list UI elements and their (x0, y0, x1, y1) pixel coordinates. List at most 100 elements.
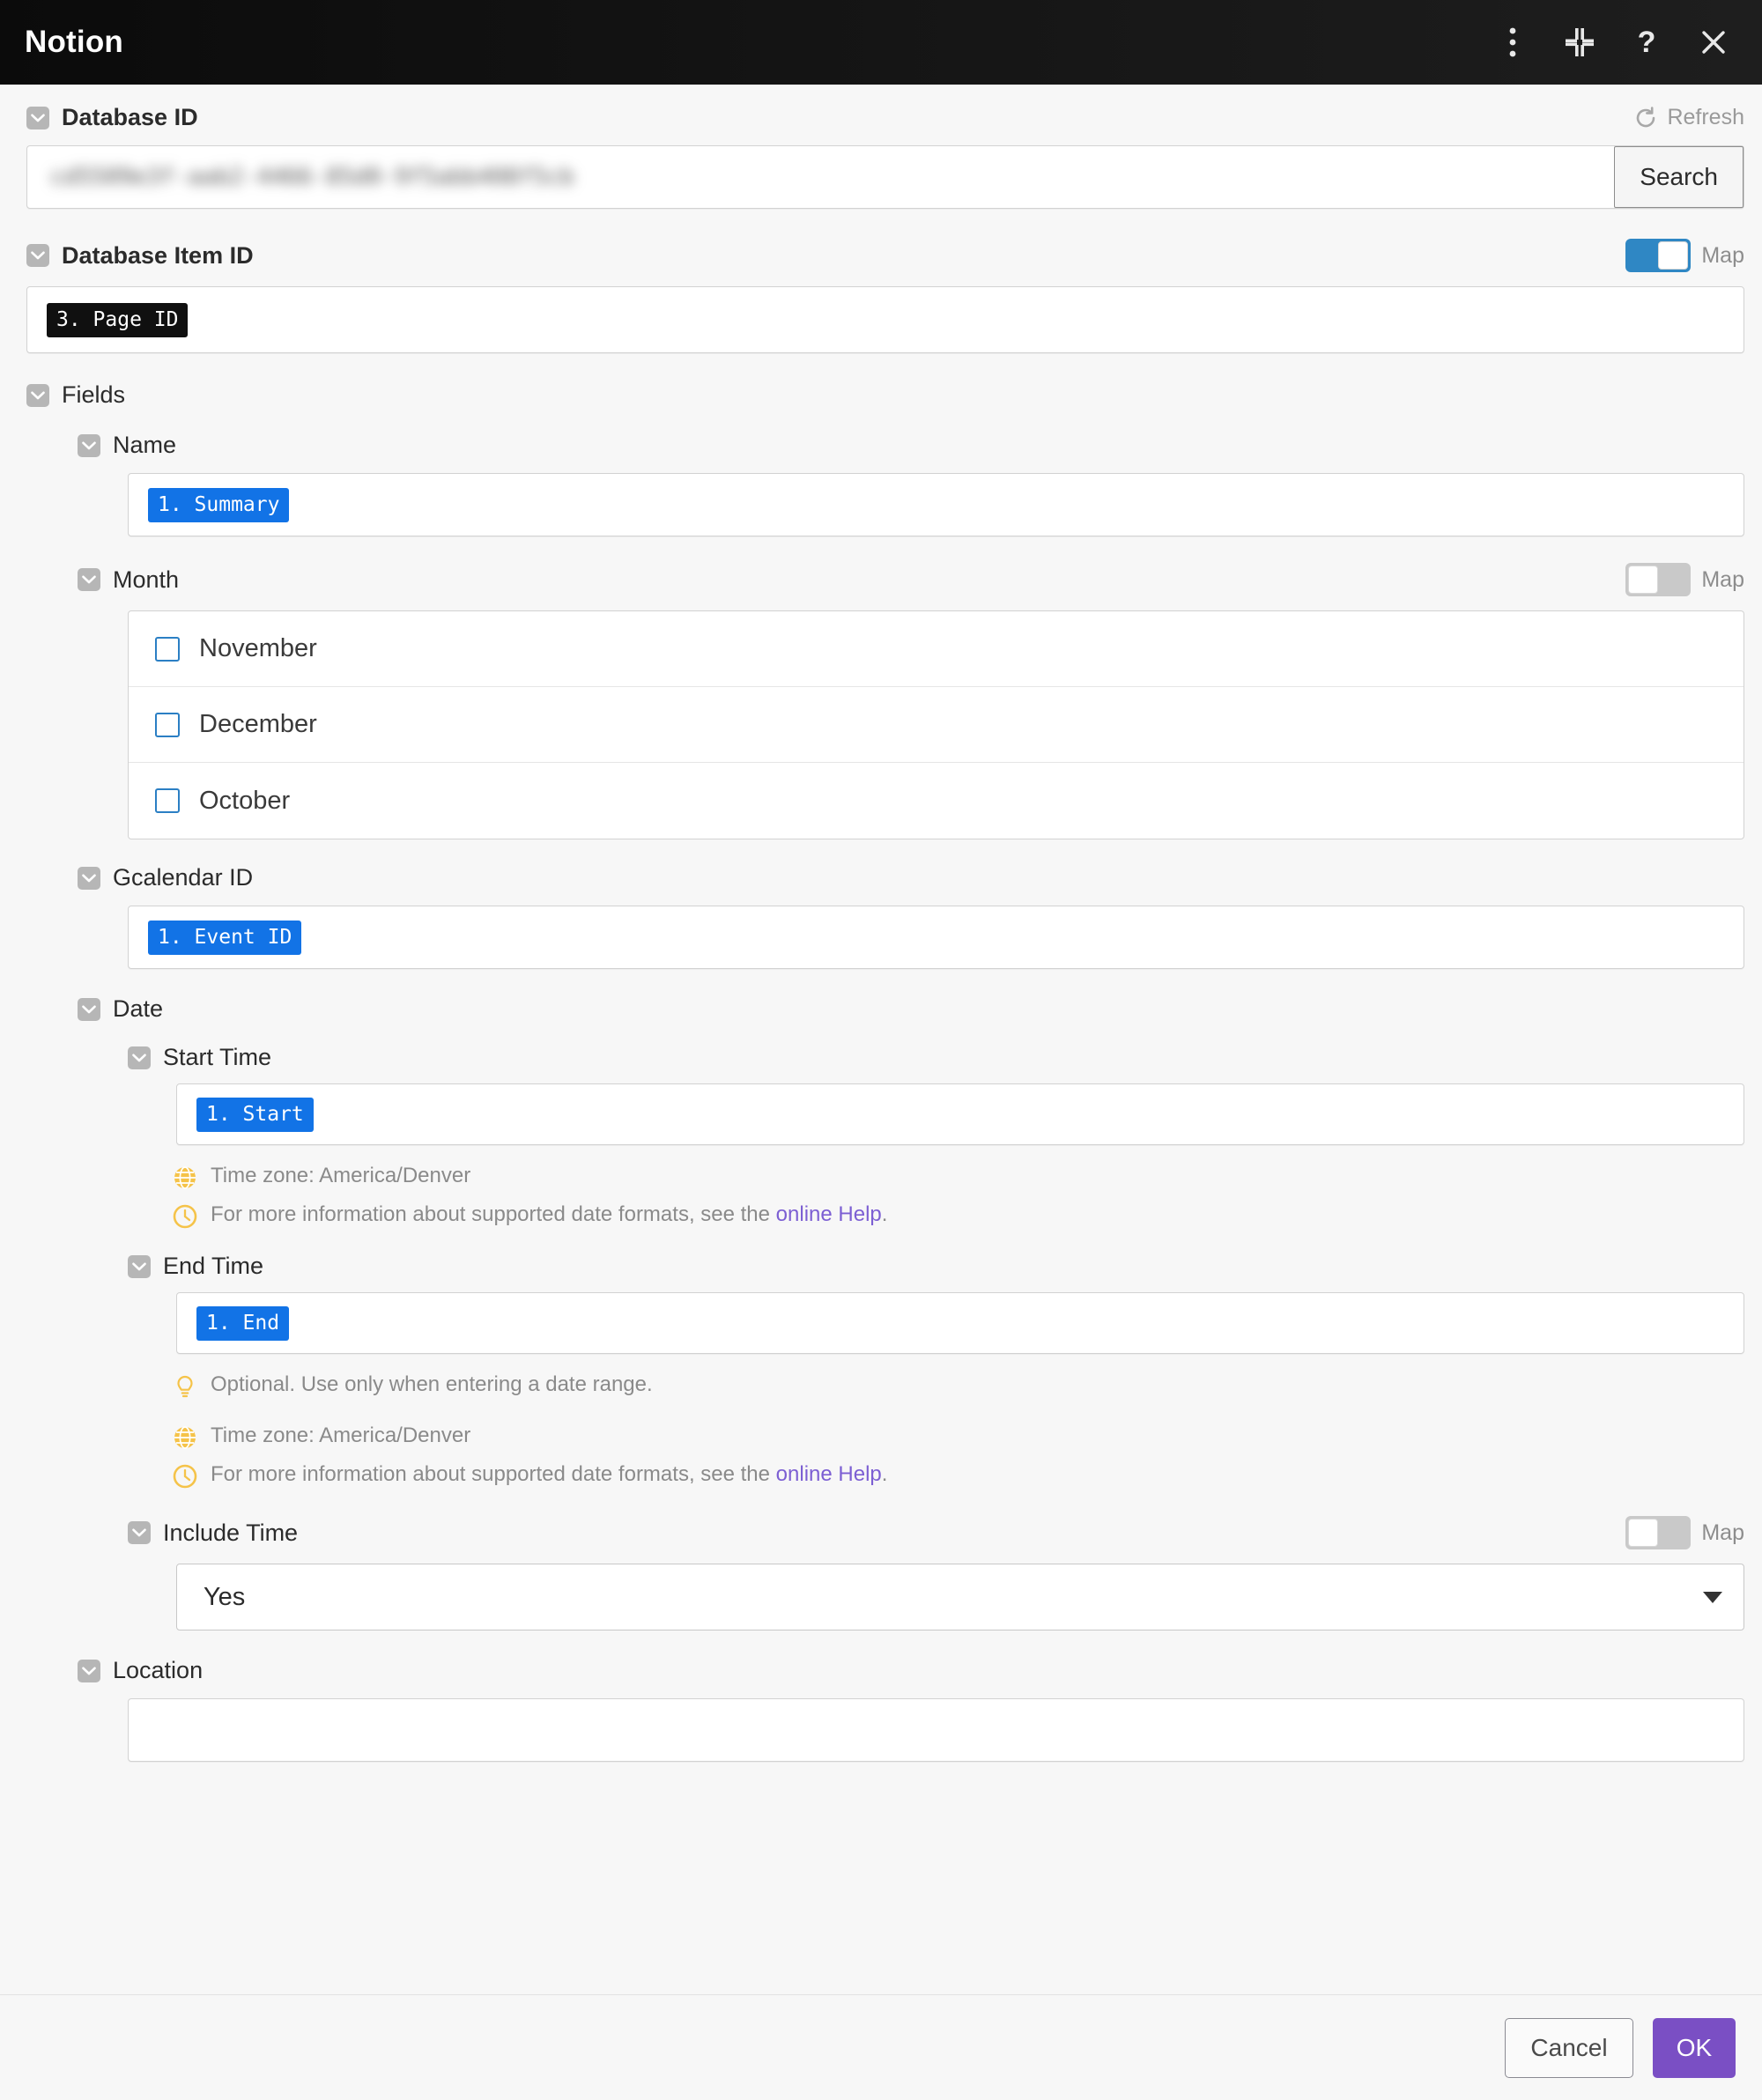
date-field-header: Date (0, 995, 1762, 1023)
name-field-input[interactable]: 1. Summary (128, 473, 1744, 536)
chevron-down-icon[interactable] (26, 244, 49, 267)
start-token[interactable]: 1. Start (196, 1098, 314, 1132)
online-help-link[interactable]: online Help (776, 1462, 882, 1486)
list-item[interactable]: October (129, 763, 1743, 839)
month-options-list: November December October (128, 610, 1744, 839)
globe-icon (172, 1165, 198, 1191)
list-item-label: October (199, 787, 290, 816)
summary-token[interactable]: 1. Summary (148, 488, 289, 522)
globe-icon (172, 1424, 198, 1451)
chevron-down-icon[interactable] (78, 998, 100, 1021)
chevron-down-icon[interactable] (78, 867, 100, 890)
clock-icon (172, 1203, 198, 1230)
end-time-optional-hint: Optional. Use only when entering a date … (172, 1372, 1744, 1400)
refresh-button[interactable]: Refresh (1633, 105, 1744, 130)
chevron-down-icon[interactable] (128, 1046, 151, 1069)
more-options-icon[interactable] (1494, 24, 1531, 61)
hint-prefix: For more information about supported dat… (211, 1202, 776, 1226)
include-time-header: Include Time Map (0, 1516, 1762, 1549)
ok-button[interactable]: OK (1653, 2018, 1736, 2078)
end-time-timezone-hint: Time zone: America/Denver (172, 1423, 1744, 1451)
chevron-down-icon[interactable] (78, 434, 100, 457)
map-toggle[interactable] (1625, 563, 1691, 596)
location-field-header: Location (0, 1657, 1762, 1684)
include-time-value: Yes (204, 1583, 245, 1612)
database-item-id-input[interactable]: 3. Page ID (26, 286, 1744, 353)
map-label: Map (1701, 243, 1744, 269)
end-time-input[interactable]: 1. End (176, 1292, 1744, 1354)
close-icon[interactable] (1695, 24, 1732, 61)
gcalendar-id-label: Gcalendar ID (113, 864, 253, 891)
chevron-down-icon[interactable] (1703, 1592, 1722, 1603)
gcalendar-id-header: Gcalendar ID (0, 864, 1762, 891)
refresh-label: Refresh (1667, 105, 1744, 130)
hint-prefix: For more information about supported dat… (211, 1462, 776, 1486)
month-field-label: Month (113, 566, 179, 594)
fields-header: Fields (0, 381, 1762, 409)
refresh-icon (1633, 106, 1658, 130)
help-icon[interactable]: ? (1628, 24, 1665, 61)
month-map-toggle-group: Map (1625, 563, 1744, 596)
name-field-header: Name (0, 432, 1762, 459)
start-time-format-hint: For more information about supported dat… (172, 1202, 1744, 1230)
include-time-label: Include Time (163, 1520, 298, 1547)
start-time-header: Start Time (0, 1044, 1762, 1071)
gcalendar-id-input[interactable]: 1. Event ID (128, 906, 1744, 969)
event-id-token[interactable]: 1. Event ID (148, 921, 301, 955)
dialog-footer: Cancel OK (0, 1994, 1762, 2100)
cancel-button[interactable]: Cancel (1505, 2018, 1633, 2078)
end-token[interactable]: 1. End (196, 1306, 289, 1341)
chevron-down-icon[interactable] (78, 1660, 100, 1682)
database-id-input[interactable]: cd5509e3f-aab2-4466-85d0-9f5abb408f5cb S… (26, 145, 1744, 209)
online-help-link[interactable]: online Help (776, 1202, 882, 1226)
database-id-header: Database ID Refresh (0, 104, 1762, 131)
start-time-format-text: For more information about supported dat… (211, 1202, 887, 1228)
map-toggle[interactable] (1625, 1516, 1691, 1549)
clock-icon (172, 1463, 198, 1490)
hint-suffix: . (882, 1202, 888, 1226)
list-item-label: December (199, 710, 317, 739)
end-time-timezone-text: Time zone: America/Denver (211, 1423, 470, 1449)
page-id-token[interactable]: 3. Page ID (47, 303, 188, 337)
end-time-format-hint: For more information about supported dat… (172, 1461, 1744, 1490)
name-field-label: Name (113, 432, 176, 459)
database-item-id-header: Database Item ID Map (0, 239, 1762, 272)
start-time-timezone-hint: Time zone: America/Denver (172, 1163, 1744, 1191)
chevron-down-icon[interactable] (26, 107, 49, 129)
start-time-label: Start Time (163, 1044, 271, 1071)
start-time-input[interactable]: 1. Start (176, 1083, 1744, 1145)
map-label: Map (1701, 1520, 1744, 1546)
list-item[interactable]: November (129, 611, 1743, 687)
checkbox[interactable] (155, 788, 180, 813)
month-field-header: Month Map (0, 563, 1762, 596)
chevron-down-icon[interactable] (78, 568, 100, 591)
include-time-select[interactable]: Yes (176, 1564, 1744, 1630)
app-title: Notion (25, 25, 123, 60)
fields-label: Fields (62, 381, 125, 409)
collapse-icon[interactable] (1561, 24, 1598, 61)
checkbox[interactable] (155, 713, 180, 737)
notion-dialog-window: Notion ? (0, 0, 1762, 2100)
end-time-header: End Time (0, 1253, 1762, 1280)
database-item-id-label: Database Item ID (62, 242, 254, 270)
chevron-down-icon[interactable] (26, 384, 49, 407)
list-item[interactable]: December (129, 687, 1743, 763)
include-time-map-toggle-group: Map (1625, 1516, 1744, 1549)
database-id-label: Database ID (62, 104, 198, 131)
svg-text:?: ? (1638, 26, 1656, 58)
form-scroll-area[interactable]: Database ID Refresh cd5509e3f-aab2-4466-… (0, 85, 1762, 1994)
chevron-down-icon[interactable] (128, 1255, 151, 1278)
chevron-down-icon[interactable] (128, 1521, 151, 1544)
search-button[interactable]: Search (1614, 146, 1743, 208)
map-label: Map (1701, 567, 1744, 593)
end-time-label: End Time (163, 1253, 263, 1280)
database-id-value: cd5509e3f-aab2-4466-85d0-9f5abb408f5cb (50, 164, 574, 190)
list-item-label: November (199, 634, 317, 663)
start-time-timezone-text: Time zone: America/Denver (211, 1163, 470, 1189)
location-field-input[interactable] (128, 1698, 1744, 1762)
checkbox[interactable] (155, 637, 180, 662)
hint-suffix: . (882, 1462, 888, 1486)
database-item-id-map-toggle-group: Map (1625, 239, 1744, 272)
title-bar: Notion ? (0, 0, 1762, 85)
map-toggle[interactable] (1625, 239, 1691, 272)
